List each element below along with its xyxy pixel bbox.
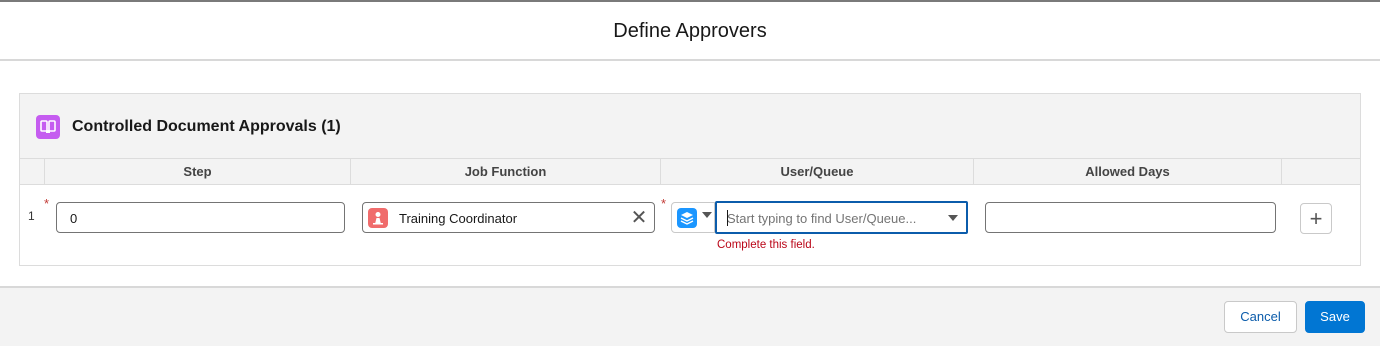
object-type-picker[interactable] <box>671 202 715 233</box>
modal-title: Define Approvers <box>613 20 767 42</box>
user-queue-search-input[interactable] <box>715 201 968 234</box>
text-cursor <box>727 210 728 226</box>
modal-footer: Cancel Save <box>0 286 1380 346</box>
allowed-days-field[interactable] <box>985 202 1276 233</box>
card-header: Controlled Document Approvals (1) <box>20 94 1360 159</box>
card-title: Controlled Document Approvals (1) <box>72 118 341 135</box>
clear-selection-icon[interactable]: ✕ <box>629 207 649 229</box>
plus-icon: + <box>1309 205 1323 231</box>
layers-icon <box>677 208 697 228</box>
column-header-actions <box>1281 159 1360 184</box>
column-header-row-number <box>20 159 44 184</box>
job-function-icon <box>368 208 388 228</box>
save-button[interactable]: Save <box>1305 301 1365 333</box>
required-marker: * <box>661 196 667 211</box>
book-icon <box>36 115 60 139</box>
column-header-allowed-days: Allowed Days <box>973 159 1281 184</box>
step-value: 0 <box>70 211 78 226</box>
row-number: 1 <box>28 209 35 223</box>
dropdown-caret-icon[interactable] <box>948 215 958 221</box>
step-field[interactable]: 0 <box>56 202 345 233</box>
add-row-button[interactable]: + <box>1300 203 1332 234</box>
job-function-value: Training Coordinator <box>399 211 518 226</box>
modal-header: Define Approvers <box>0 2 1380 61</box>
job-function-field[interactable]: Training Coordinator ✕ <box>362 202 655 233</box>
column-header-job-function: Job Function <box>350 159 660 184</box>
required-marker: * <box>44 196 50 211</box>
column-header-user-queue: User/Queue <box>660 159 973 184</box>
cancel-button[interactable]: Cancel <box>1224 301 1297 333</box>
approvals-card: Controlled Document Approvals (1) Step J… <box>19 93 1361 266</box>
user-queue-input[interactable] <box>727 209 927 227</box>
user-queue-error-message: Complete this field. <box>717 239 815 251</box>
table-header: Step Job Function User/Queue Allowed Day… <box>20 159 1360 185</box>
chevron-down-icon <box>702 212 712 218</box>
column-header-step: Step <box>44 159 350 184</box>
